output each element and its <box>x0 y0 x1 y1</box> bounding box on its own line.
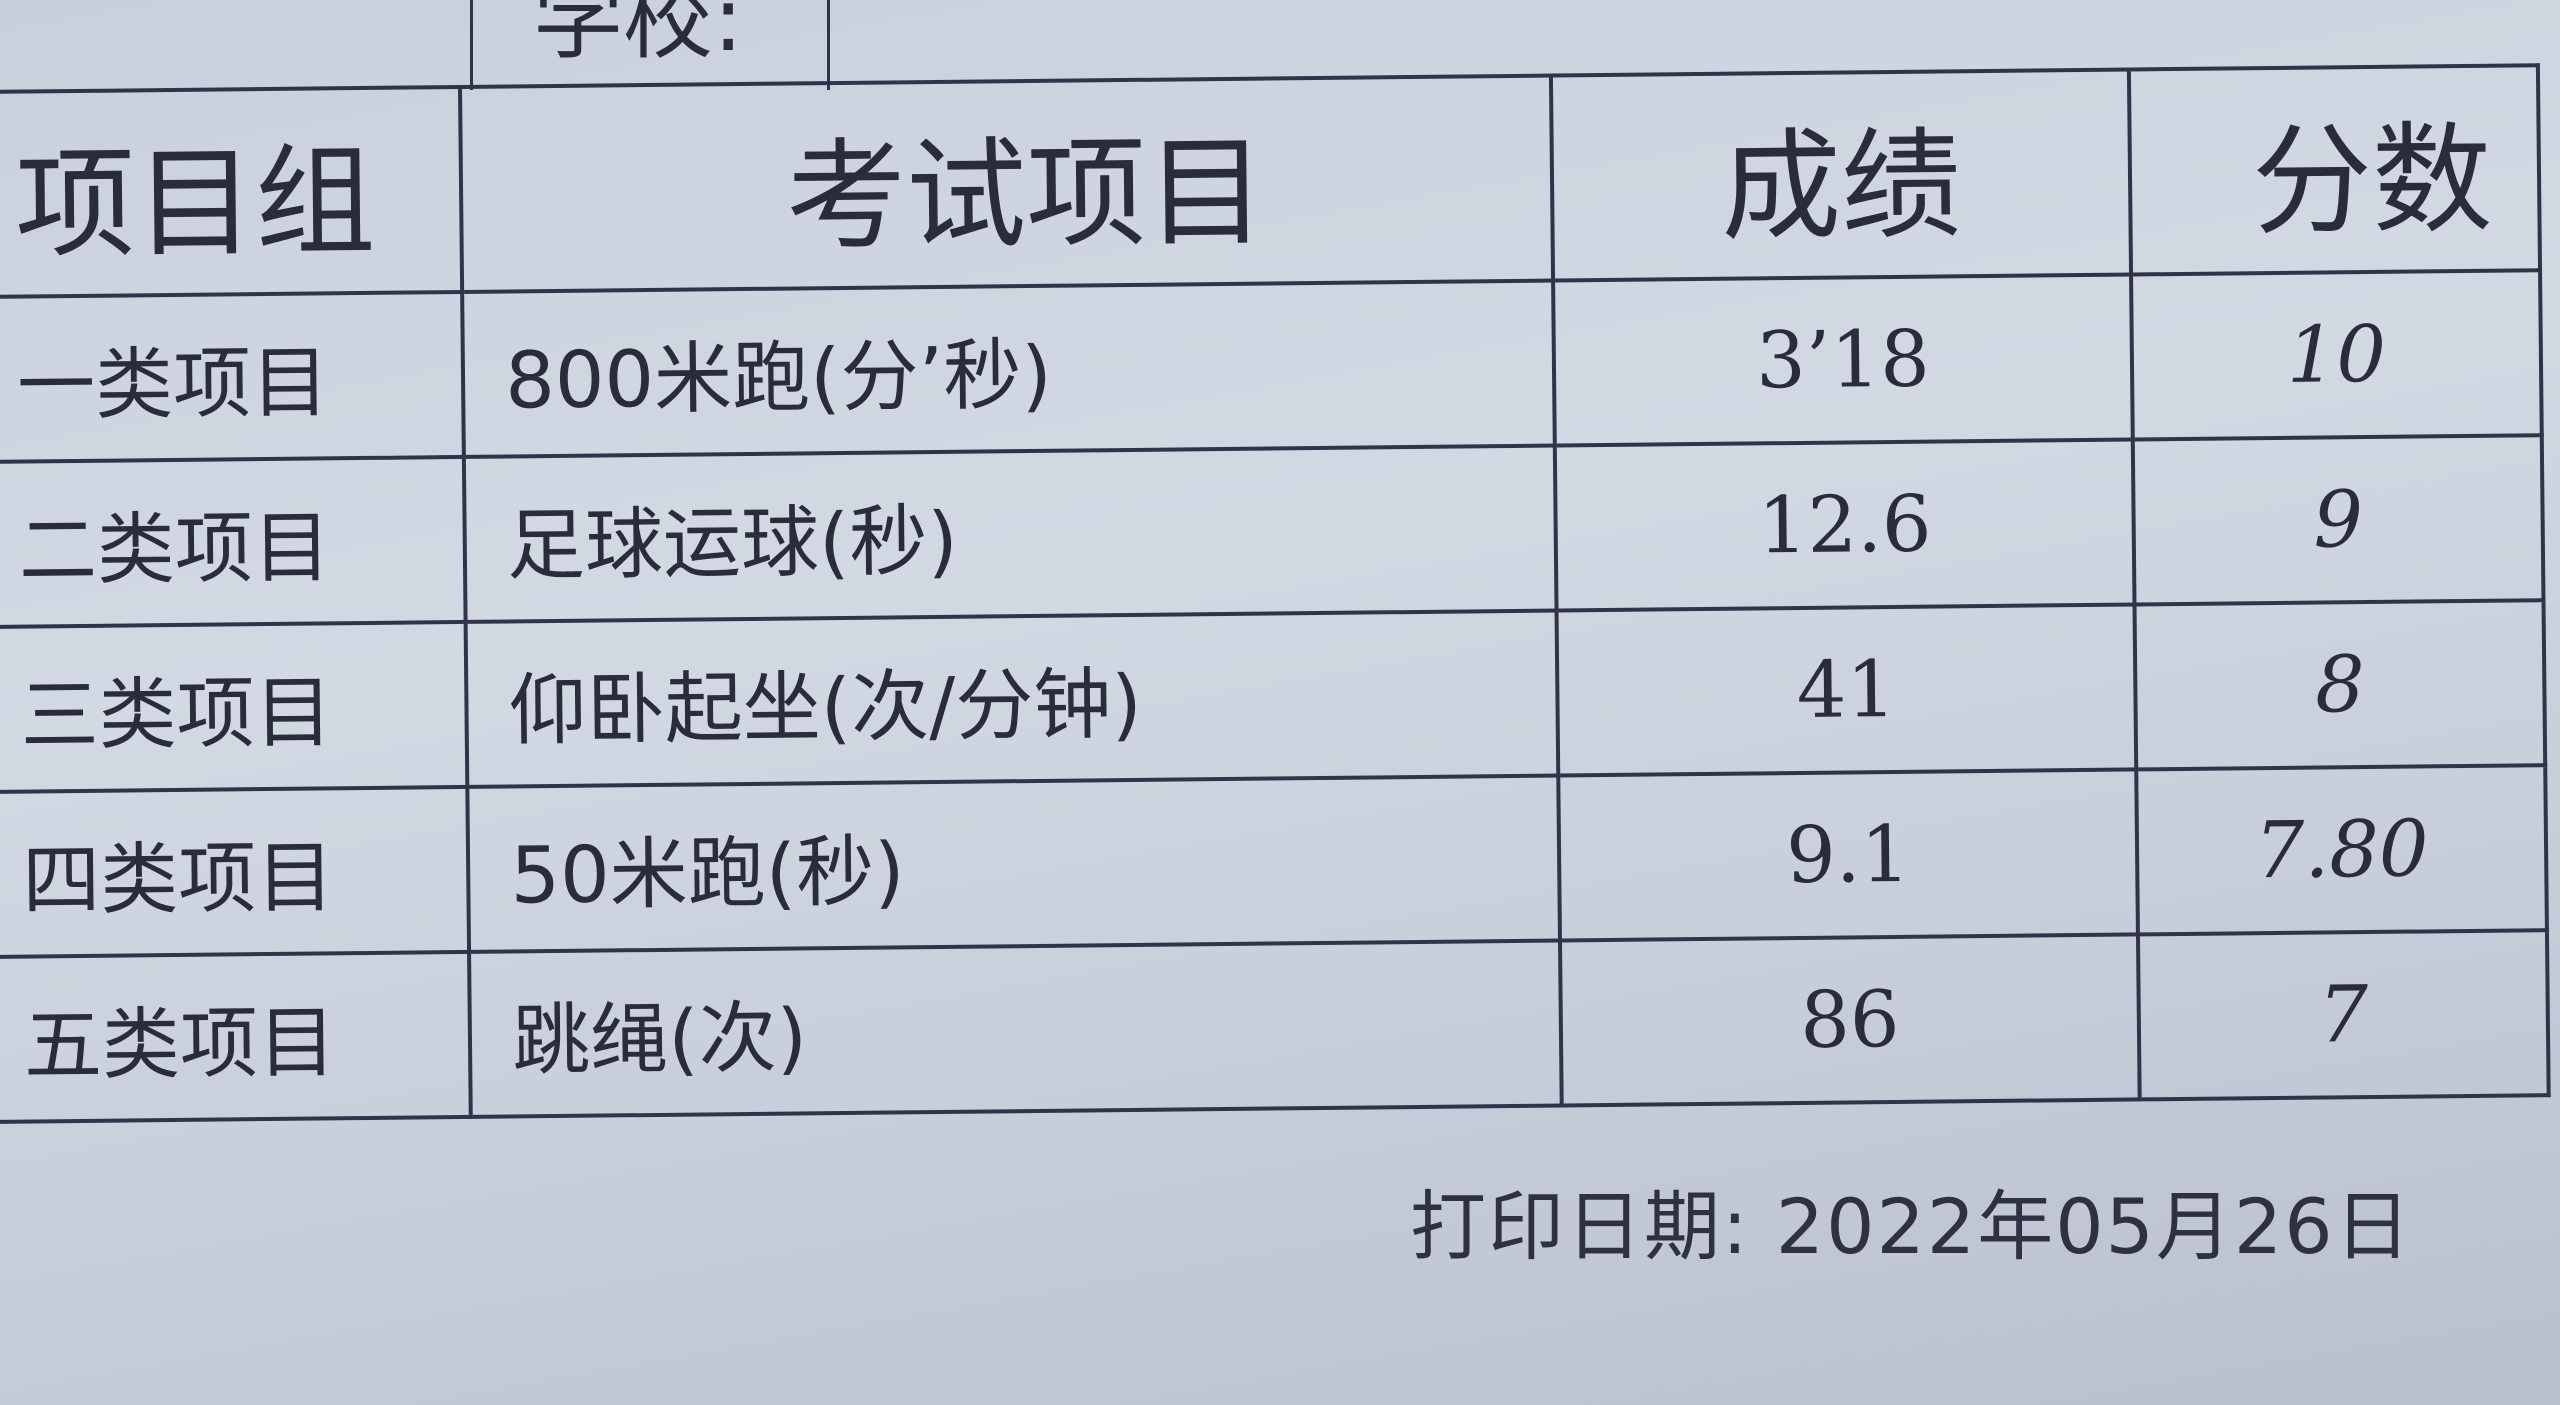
row-group: 三类项目 <box>0 621 468 792</box>
row-item: 仰卧起坐(次/分钟) <box>465 610 1559 787</box>
print-date-value: 2022年05月26日 <box>1775 1182 2413 1271</box>
table-row: 二类项目 足球运球(秒) 12.6 9 <box>0 435 2544 627</box>
row-group: 二类项目 <box>0 456 466 627</box>
table-row: 一类项目 800米跑(分’秒) 3’18 10 <box>0 270 2542 462</box>
table-row: 三类项目 仰卧起坐(次/分钟) 41 8 <box>0 600 2546 792</box>
header-item: 考试项目 <box>460 75 1554 292</box>
row-group: 一类项目 <box>0 291 465 462</box>
score-table: 项目组 考试项目 成绩 分数 一类项目 800米跑(分’秒) 3’18 10 二… <box>0 63 2551 1124</box>
table-row: 五类项目 跳绳(次) 86 7 <box>0 930 2549 1122</box>
header-result: 成绩 <box>1550 69 2132 281</box>
header-group: 项目组 <box>0 86 463 297</box>
header-score: 分数 <box>2128 65 2541 275</box>
row-result: 41 <box>1556 604 2137 776</box>
school-label: 学校: <box>470 0 830 90</box>
row-score: 7.80 <box>2136 765 2547 935</box>
row-item: 足球运球(秒) <box>464 445 1557 622</box>
row-score: 10 <box>2131 270 2542 440</box>
row-result: 3’18 <box>1553 274 2133 446</box>
table-row: 四类项目 50米跑(秒) 9.1 7.80 <box>0 765 2547 957</box>
row-item: 50米跑(秒) <box>467 775 1560 952</box>
row-result: 86 <box>1559 934 2140 1106</box>
table-header-row: 项目组 考试项目 成绩 分数 <box>0 65 2541 297</box>
row-result: 9.1 <box>1558 769 2138 941</box>
row-score: 7 <box>2137 930 2549 1100</box>
row-item: 跳绳(次) <box>469 940 1562 1117</box>
row-score: 9 <box>2132 435 2544 605</box>
row-group: 四类项目 <box>0 786 470 957</box>
row-item: 800米跑(分’秒) <box>462 280 1555 457</box>
print-date: 打印日期: 2022年05月26日 <box>1410 1165 2413 1275</box>
print-date-label: 打印日期: <box>1410 1182 1750 1271</box>
row-group: 五类项目 <box>0 951 471 1122</box>
row-result: 12.6 <box>1554 439 2135 611</box>
row-score: 8 <box>2134 600 2546 770</box>
